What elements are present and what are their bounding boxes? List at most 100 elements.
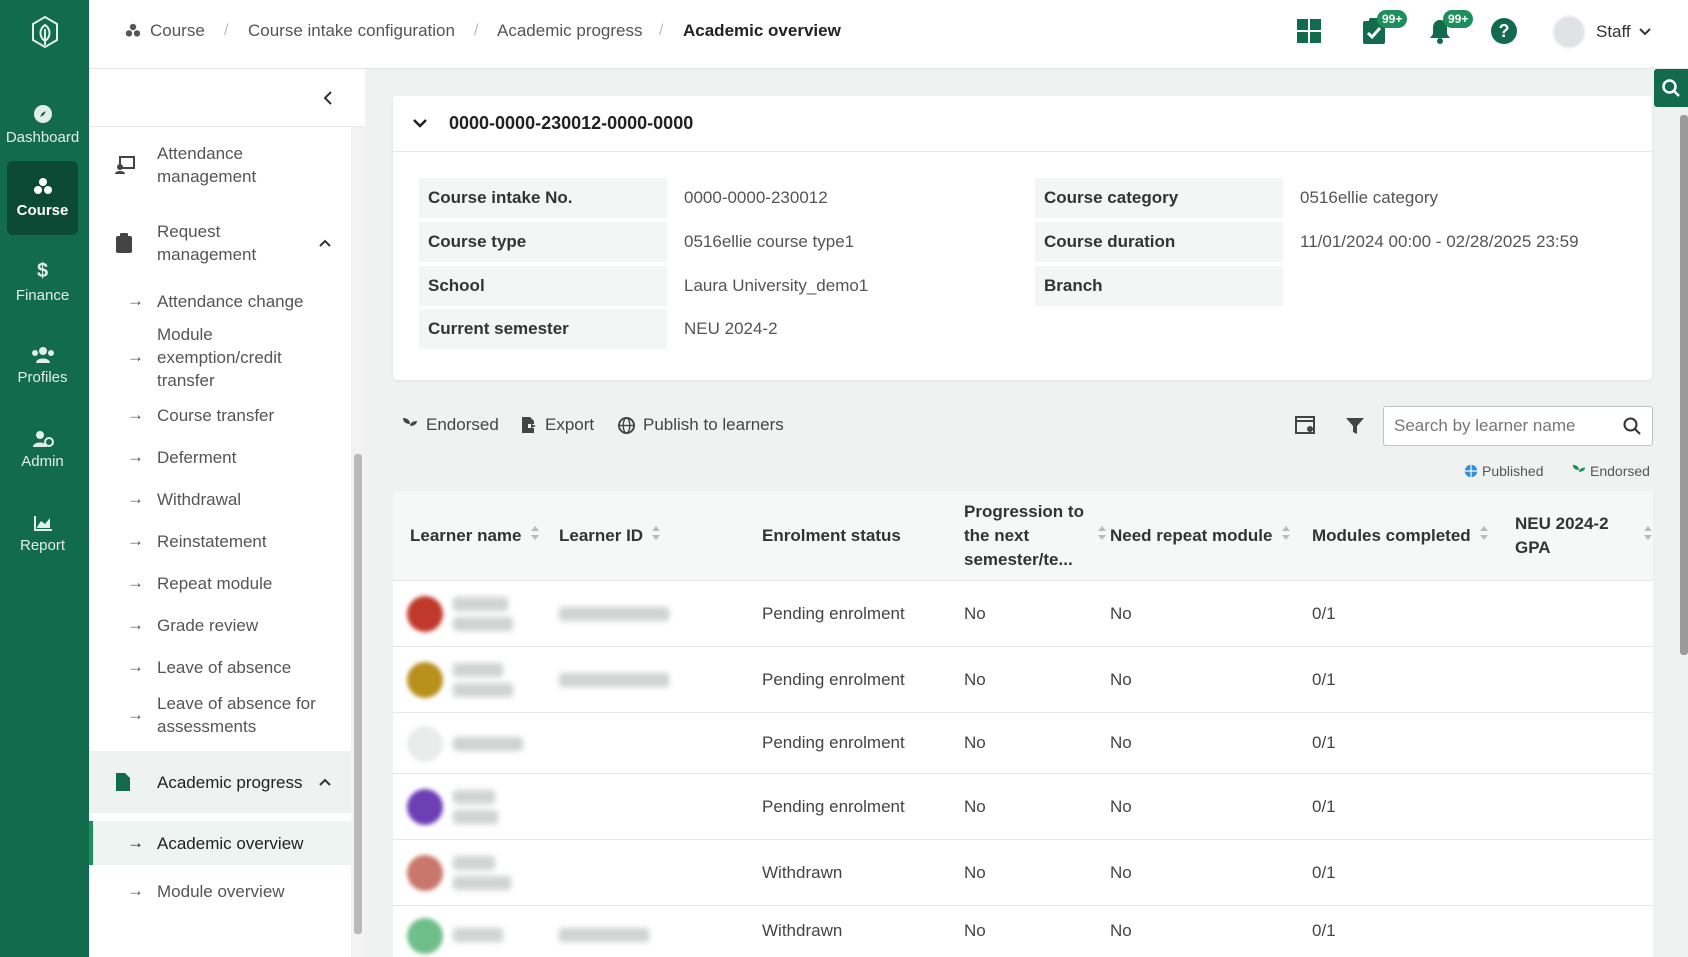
rail-item-finance[interactable]: $ Finance (7, 245, 78, 319)
app-logo[interactable] (0, 0, 89, 64)
column-header-need-repeat[interactable]: Need repeat module (1110, 491, 1291, 581)
cell-status: Pending enrolment (762, 796, 905, 816)
rail-item-course[interactable]: Course (7, 161, 78, 235)
table-row[interactable]: Withdrawn No No 0/1 (393, 906, 1653, 957)
sidenav-label: Leave of absence for assessments (157, 694, 316, 736)
sidenav-module-exemption[interactable]: → Module exemption/credit transfer (89, 321, 351, 393)
publish-button[interactable]: Publish to learners (618, 413, 784, 437)
apps-grid-button[interactable] (1292, 14, 1326, 48)
info-value: 0516ellie course type1 (684, 232, 855, 251)
sidenav-label: Academic overview (157, 833, 304, 853)
search-input[interactable] (1384, 407, 1614, 445)
breadcrumb-intake-config[interactable]: Course intake configuration (248, 0, 455, 62)
tasks-button[interactable]: 99+ (1357, 10, 1408, 48)
sidenav-academic-overview[interactable]: → Academic overview (89, 821, 351, 865)
course-breadcrumb-icon (125, 23, 141, 37)
dollar-icon: $ (36, 260, 49, 282)
sidenav-leave-of-absence-assessments[interactable]: → Leave of absence for assessments (89, 687, 351, 743)
sidenav-label: Withdrawal (157, 489, 242, 509)
sort-icon[interactable] (1643, 524, 1653, 548)
sidenav-leave-of-absence[interactable]: → Leave of absence (89, 649, 351, 685)
help-button[interactable]: ? (1487, 14, 1521, 48)
cell-repeat: No (1110, 669, 1132, 689)
sidenav-grade-review[interactable]: → Grade review (89, 607, 351, 643)
filter-icon (1346, 418, 1364, 434)
sort-icon[interactable] (530, 524, 540, 548)
sidenav-attendance-change[interactable]: → Attendance change (89, 283, 351, 319)
arrow-right-icon: → (127, 615, 144, 634)
sidenav-reinstatement[interactable]: → Reinstatement (89, 523, 351, 559)
page-scrollbar[interactable] (1680, 115, 1688, 655)
sidenav-label: Module exemption/credit transfer (157, 324, 282, 390)
breadcrumb-separator: / (224, 22, 229, 39)
table-row[interactable]: Withdrawn No No 0/1 (393, 840, 1653, 906)
rail-item-admin[interactable]: Admin (7, 413, 78, 487)
intake-card-header[interactable]: 0000-0000-230012-0000-0000 (393, 96, 1652, 152)
sidenav-repeat-module[interactable]: → Repeat module (89, 565, 351, 601)
learner-name-redacted (453, 810, 498, 824)
chevron-down-icon[interactable] (413, 119, 427, 128)
sidenav-label: Grade review (157, 615, 259, 635)
main-rail: Dashboard Course $ Finance Profiles Admi… (0, 0, 89, 957)
column-header-gpa[interactable]: NEU 2024-2 GPA (1515, 491, 1653, 581)
column-settings-icon (1295, 416, 1315, 434)
rail-item-label: Profiles (17, 369, 68, 386)
sort-icon[interactable] (1479, 524, 1489, 548)
user-menu[interactable]: Staff (1552, 15, 1672, 49)
chevron-up-icon (319, 239, 331, 247)
cell-completed: 0/1 (1312, 603, 1336, 623)
sort-icon[interactable] (1281, 524, 1291, 548)
rail-item-label: Course (16, 202, 69, 219)
filter-button[interactable] (1338, 409, 1372, 443)
table-row[interactable]: Pending enrolment No No 0/1 (393, 774, 1653, 840)
rail-item-report[interactable]: Report (7, 497, 78, 571)
compass-icon (33, 105, 52, 123)
arrow-right-icon: → (127, 833, 144, 852)
sidenav-academic-progress[interactable]: Academic progress (89, 751, 351, 813)
sidenav-scroll-thumb[interactable] (354, 454, 362, 934)
column-header-learner-id[interactable]: Learner ID (559, 491, 661, 581)
sidenav-request-management[interactable]: Request management (89, 212, 351, 274)
arrow-right-icon: → (127, 657, 144, 676)
arrow-right-icon: → (127, 405, 144, 424)
sidenav-attendance-management[interactable]: Attendance management (89, 134, 351, 196)
sidenav-withdrawal[interactable]: → Withdrawal (89, 481, 351, 517)
column-header-progression[interactable]: Progression to the next semester/te... (964, 491, 1114, 581)
help-icon: ? (1491, 18, 1517, 44)
sort-icon[interactable] (651, 524, 661, 548)
sidenav-label: Deferment (157, 447, 237, 467)
sidenav-label: Repeat module (157, 573, 273, 593)
table-row[interactable]: Pending enrolment No No 0/1 (393, 647, 1653, 713)
cell-repeat: No (1110, 796, 1132, 816)
table-row[interactable]: Pending enrolment No No 0/1 (393, 713, 1653, 774)
sort-icon[interactable] (1097, 524, 1107, 548)
cell-progression: No (964, 733, 986, 752)
quick-search-button[interactable] (1654, 69, 1688, 107)
breadcrumb-academic-progress[interactable]: Academic progress (497, 0, 643, 62)
admin-icon (32, 431, 54, 447)
export-button[interactable]: Export (521, 413, 594, 437)
sidenav-course-transfer[interactable]: → Course transfer (89, 397, 351, 433)
table-row[interactable]: Pending enrolment No No 0/1 (393, 581, 1653, 647)
search-icon[interactable] (1623, 417, 1641, 435)
sidenav-module-overview[interactable]: → Module overview (89, 873, 351, 909)
rail-item-profiles[interactable]: Profiles (7, 329, 78, 403)
learner-name-redacted (453, 737, 523, 751)
sidenav-deferment[interactable]: → Deferment (89, 439, 351, 475)
info-key: Current semester (419, 309, 667, 349)
endorsed-button[interactable]: Endorsed (402, 413, 499, 437)
notifications-button[interactable]: 99+ (1423, 10, 1474, 48)
rail-item-dashboard[interactable]: Dashboard (6, 88, 79, 162)
column-label: NEU 2024-2 GPA (1515, 514, 1609, 557)
avatar (407, 789, 443, 825)
column-settings-button[interactable] (1289, 409, 1323, 443)
intake-card: 0000-0000-230012-0000-0000 Course intake… (393, 96, 1652, 380)
cell-completed: 0/1 (1312, 733, 1336, 752)
collapse-chevron-icon[interactable] (323, 91, 333, 105)
column-header-learner-name[interactable]: Learner name (410, 491, 540, 581)
breadcrumb-course[interactable]: Course (150, 0, 205, 62)
info-key: Course intake No. (419, 178, 667, 218)
export-label: Export (545, 415, 595, 434)
column-header-modules-completed[interactable]: Modules completed (1312, 491, 1489, 581)
info-value: 0000-0000-230012 (684, 188, 828, 207)
